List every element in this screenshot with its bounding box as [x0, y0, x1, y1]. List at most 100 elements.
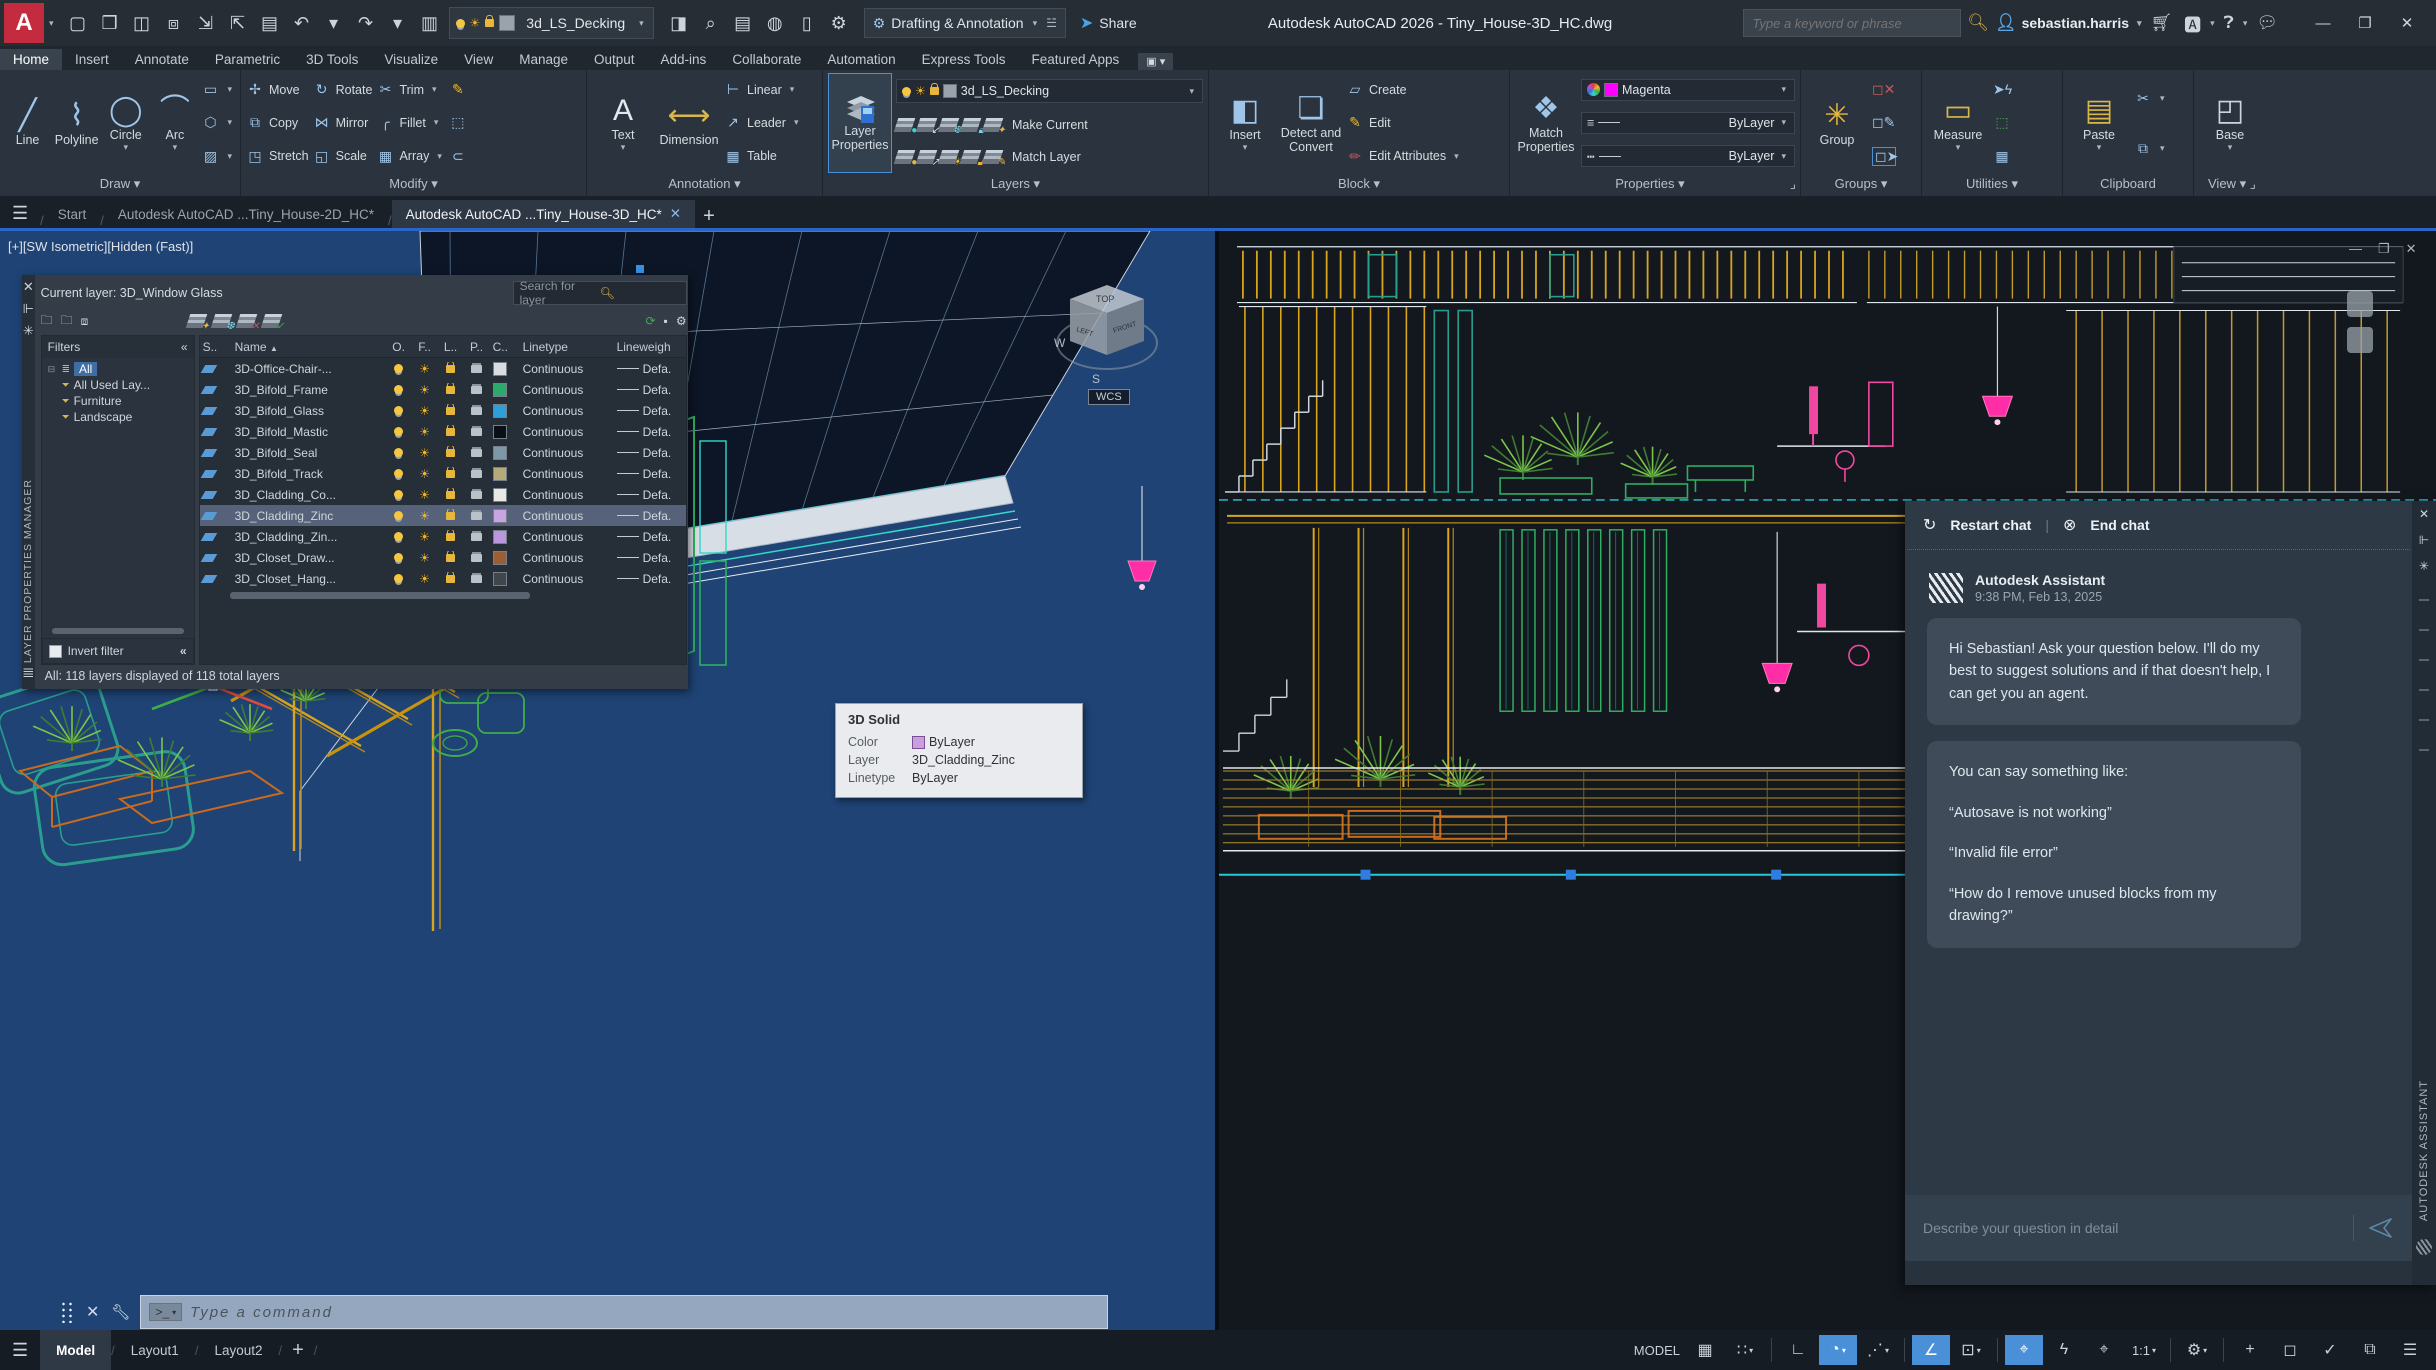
- ortho-mode-icon[interactable]: ∟: [1779, 1335, 1817, 1365]
- layer-lock-icon[interactable]: [446, 386, 455, 394]
- layer-lock-icon[interactable]: [446, 470, 455, 478]
- palette-autohide-icon[interactable]: ⊩: [23, 301, 34, 323]
- erase-button[interactable]: ✎: [449, 80, 467, 99]
- assistant-close-icon[interactable]: ✕: [2419, 507, 2429, 533]
- new-group-filter-icon[interactable]: 🗀︎: [61, 311, 73, 332]
- layer-freeze-icon[interactable]: ☀: [419, 530, 430, 544]
- layer-plot-icon[interactable]: [471, 512, 482, 520]
- layer-on-icon[interactable]: [394, 553, 403, 562]
- layer-freeze-icon[interactable]: ☀: [419, 425, 430, 439]
- open-file-icon[interactable]: ❒: [95, 8, 125, 38]
- ribbon-tab-home[interactable]: Home: [0, 49, 62, 70]
- layer-row[interactable]: 3D_Closet_Draw... ☀ Continuous Defa.: [200, 547, 686, 568]
- layer-plot-icon[interactable]: [471, 386, 482, 394]
- make-current-icon[interactable]: ✦: [982, 118, 1004, 132]
- layer-lock-icon[interactable]: 🔒︎: [960, 118, 982, 132]
- ribbon-tab-express-tools[interactable]: Express Tools: [909, 49, 1019, 70]
- properties-panel-label[interactable]: Properties ▾ ⌟: [1510, 176, 1800, 196]
- viewcube[interactable]: W S TOP LEFT FRONT: [1052, 271, 1162, 401]
- paste-button[interactable]: ▤Paste▾: [2068, 73, 2130, 173]
- layer-lock-icon[interactable]: [446, 449, 455, 457]
- restart-chat-button[interactable]: Restart chat: [1950, 517, 2031, 533]
- close-button[interactable]: ✕: [2386, 6, 2428, 40]
- layer-plot-icon[interactable]: [471, 554, 482, 562]
- properties-palette-icon[interactable]: ◨: [664, 8, 694, 38]
- offset-button[interactable]: ⊂: [449, 147, 467, 166]
- layout-menu-icon[interactable]: ☰: [12, 1340, 28, 1361]
- copy-clip-button[interactable]: ⧉▾: [2134, 139, 2168, 158]
- layer-color-swatch[interactable]: [493, 551, 507, 565]
- command-wrench-icon[interactable]: 🔧︎: [111, 1303, 130, 1321]
- layer-freeze-icon[interactable]: ☀: [419, 467, 430, 481]
- layer-plot-icon[interactable]: [471, 470, 482, 478]
- block-panel-label[interactable]: Block ▾: [1209, 176, 1509, 196]
- command-close-icon[interactable]: ✕: [86, 1302, 99, 1322]
- print-icon[interactable]: ▤: [255, 8, 285, 38]
- annotation-monitor-icon[interactable]: ✓: [2311, 1335, 2349, 1365]
- vp-minimize-icon[interactable]: —: [2349, 241, 2362, 257]
- base-view-button[interactable]: ◰Base▾: [2199, 73, 2261, 173]
- object-color-dropdown[interactable]: Magenta ▾: [1581, 79, 1795, 101]
- layer-freeze-icon[interactable]: ☀: [419, 446, 430, 460]
- mirror-button[interactable]: ⋈Mirror: [313, 113, 373, 132]
- layer-freeze-icon[interactable]: ☀: [419, 509, 430, 523]
- ribbon-tab-output[interactable]: Output: [581, 49, 648, 70]
- copy-button[interactable]: ⧉Copy: [246, 113, 309, 132]
- open-from-mobile-icon[interactable]: ⇱: [223, 8, 253, 38]
- sheet-set-icon[interactable]: ▤: [728, 8, 758, 38]
- lineweight-dropdown[interactable]: ≡ ByLayer ▾: [1581, 112, 1795, 134]
- layer-select-dropdown[interactable]: ☀ 3d_LS_Decking ▾: [896, 79, 1203, 103]
- table-button[interactable]: ▦Table: [724, 147, 801, 166]
- view-panel-label[interactable]: View ▾ ⌟: [2194, 176, 2436, 196]
- layer-row[interactable]: 3D-Office-Chair-... ☀ Continuous Defa.: [200, 358, 686, 379]
- layer-grid-header[interactable]: S.. Name ▲ O. F.. L.. P.. C.. Linetype L…: [200, 336, 686, 358]
- ribbon-tab-featured-apps[interactable]: Featured Apps: [1018, 49, 1132, 70]
- layer-on-icon[interactable]: [394, 385, 403, 394]
- isolate-objects-icon[interactable]: ◻: [2271, 1335, 2309, 1365]
- restore-button[interactable]: ❐: [2344, 6, 2386, 40]
- palette-close-icon[interactable]: ✕: [23, 279, 34, 301]
- layer-plot-icon[interactable]: [471, 407, 482, 415]
- layers-panel-label[interactable]: Layers ▾: [823, 176, 1208, 196]
- insert-block-button[interactable]: ◧Insert▾: [1214, 73, 1276, 173]
- invert-filter-checkbox[interactable]: [49, 645, 62, 658]
- layer-on-icon[interactable]: [394, 574, 403, 583]
- grid-display-icon[interactable]: ▦: [1686, 1335, 1724, 1365]
- layer-row[interactable]: 3D_Bifold_Frame ☀ Continuous Defa.: [200, 379, 686, 400]
- dynamic-input-icon[interactable]: ⊡▾: [1952, 1335, 1990, 1365]
- layer-color-swatch[interactable]: [493, 383, 507, 397]
- close-tab-icon[interactable]: ✕: [670, 206, 681, 222]
- save-to-mobile-icon[interactable]: ⇲: [191, 8, 221, 38]
- layer-lock-icon[interactable]: [446, 491, 455, 499]
- layer-row[interactable]: 3D_Cladding_Co... ☀ Continuous Defa.: [200, 484, 686, 505]
- layer-row[interactable]: 3D_Bifold_Mastic ☀ Continuous Defa.: [200, 421, 686, 442]
- autodesk-logo-icon[interactable]: 🅰︎: [2184, 11, 2201, 36]
- polyline-button[interactable]: ⌇Polyline: [54, 73, 99, 173]
- layer-row[interactable]: 3D_Bifold_Glass ☀ Continuous Defa.: [200, 400, 686, 421]
- sheet-icon[interactable]: ▯: [792, 8, 822, 38]
- file-tab[interactable]: Autodesk AutoCAD ...Tiny_House-2D_HC*: [104, 201, 388, 228]
- leader-button[interactable]: ↗Leader▾: [724, 113, 801, 132]
- layer-on-icon[interactable]: [394, 406, 403, 415]
- cut-clip-button[interactable]: ✂︎▾: [2134, 89, 2168, 108]
- ellipse-button[interactable]: ⬡▾: [201, 113, 235, 132]
- edit-block-button[interactable]: ✎Edit: [1346, 113, 1462, 132]
- trim-button[interactable]: ✂︎Trim▾: [376, 80, 444, 99]
- layer-properties-button[interactable]: Layer Properties: [828, 73, 892, 173]
- ribbon-tab-parametric[interactable]: Parametric: [202, 49, 293, 70]
- layer-color-swatch[interactable]: [493, 362, 507, 376]
- detect-convert-button[interactable]: ❏Detect and Convert: [1280, 73, 1342, 173]
- qat-layer-dropdown[interactable]: ☀ 3d_LS_Decking ▾: [449, 7, 654, 39]
- new-file-icon[interactable]: ▢: [63, 8, 93, 38]
- layer-on-all-icon[interactable]: ●: [894, 150, 916, 164]
- layer-plot-icon[interactable]: [471, 533, 482, 541]
- annotation-scale-button[interactable]: 1:1▾: [2125, 1335, 2163, 1365]
- edit-attributes-button[interactable]: ✏︎Edit Attributes▾: [1346, 147, 1462, 166]
- object-snap-tracking-icon[interactable]: ϟ: [2045, 1335, 2083, 1365]
- grid-hscrollbar[interactable]: [230, 592, 530, 599]
- fillet-button[interactable]: ╭Fillet▾: [376, 113, 444, 132]
- pause-icon[interactable]: ▪: [664, 314, 668, 328]
- ungroup-button[interactable]: ◻✕: [1872, 80, 1896, 99]
- ribbon-tab-3d-tools[interactable]: 3D Tools: [293, 49, 371, 70]
- scale-button[interactable]: ◱Scale: [313, 147, 373, 166]
